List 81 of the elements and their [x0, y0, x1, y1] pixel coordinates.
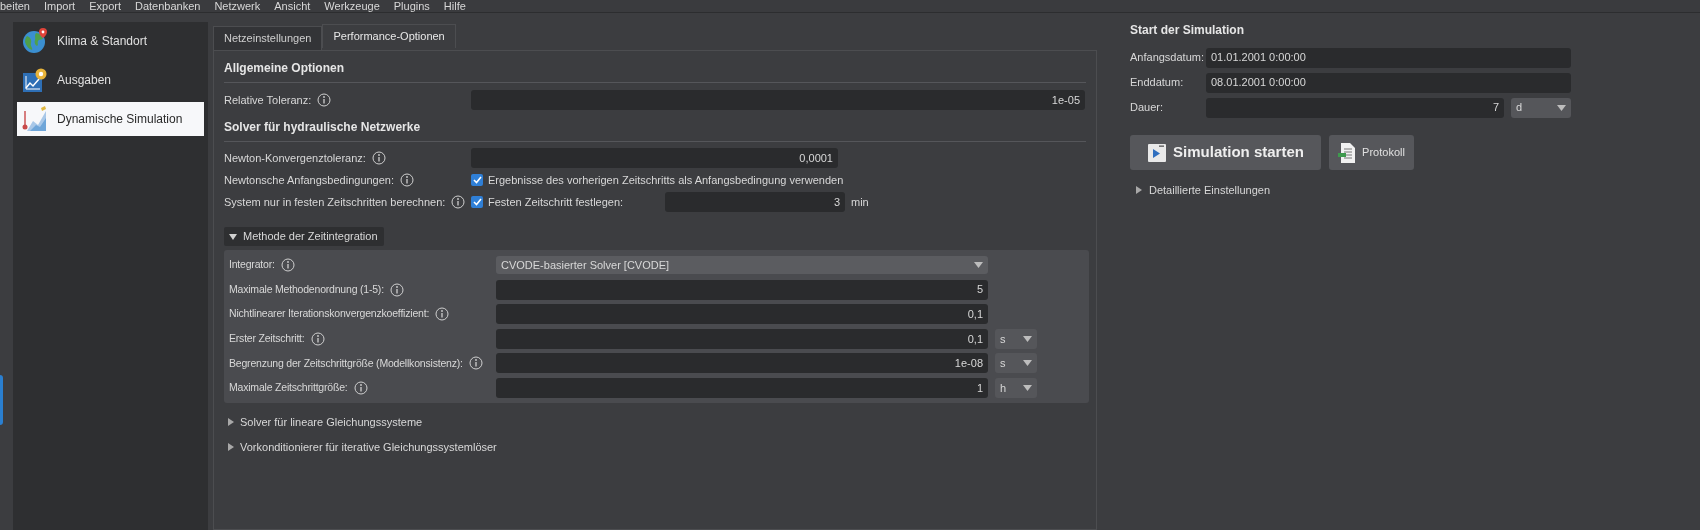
- dropdown-arrow-icon: [1023, 335, 1032, 342]
- field-label: Dauer:: [1130, 100, 1165, 116]
- input-field[interactable]: 01.01.2001 0:00:00: [1206, 47, 1571, 68]
- field-label: Newtonsche Anfangsbedingungen:: [224, 172, 395, 188]
- menu-item[interactable]: Werkzeuge: [324, 0, 380, 12]
- unit-dropdown[interactable]: d: [1511, 97, 1571, 118]
- input-field[interactable]: 0,0001: [471, 148, 838, 168]
- unit-dropdown[interactable]: h: [995, 377, 1037, 398]
- dropdown-arrow-icon: [974, 262, 983, 268]
- info-icon[interactable]: [435, 307, 450, 322]
- globe-icon: [21, 27, 49, 55]
- field-label: Maximale Zeitschrittgröße:: [229, 380, 348, 396]
- info-icon[interactable]: [280, 258, 295, 272]
- info-icon[interactable]: [389, 282, 404, 297]
- expanded-arrow-icon: [229, 233, 237, 240]
- menu-item[interactable]: Netzwerk: [214, 0, 261, 12]
- start-simulation-button[interactable]: Simulation starten: [1130, 135, 1321, 170]
- field-label: System nur in festen Zeitschritten berechnen:: [224, 194, 446, 210]
- menu-item[interactable]: Ansicht: [274, 0, 311, 12]
- input-field[interactable]: 0,1: [496, 328, 988, 349]
- sidebar-item[interactable]: Dynamische Simulation: [17, 102, 204, 136]
- field-label: Begrenzung der Zeitschrittgröße (Modellkonsistenz):: [229, 355, 463, 371]
- input-field[interactable]: 5: [496, 279, 988, 300]
- sidebar-item[interactable]: Klima & Standort: [17, 24, 204, 58]
- section-heading: Solver für hydraulische Netzwerke: [224, 119, 422, 136]
- menu-item[interactable]: Datenbanken: [134, 0, 201, 12]
- section-toggle[interactable]: Methode der Zeitintegration: [224, 227, 384, 246]
- dropdown-arrow-icon: [1023, 384, 1032, 391]
- menu-item[interactable]: Hilfe: [443, 0, 466, 12]
- info-icon[interactable]: [353, 380, 368, 395]
- menu-item[interactable]: Export: [89, 0, 121, 12]
- field-label: Integrator:: [229, 257, 275, 273]
- field-label: Enddatum:: [1130, 75, 1185, 91]
- unit-dropdown[interactable]: s: [995, 353, 1037, 374]
- input-field[interactable]: 7: [1206, 97, 1504, 118]
- unit-label: min: [851, 194, 869, 210]
- document-icon: [1338, 141, 1357, 164]
- checkbox[interactable]: [471, 174, 483, 186]
- tab[interactable]: Performance-Optionen: [322, 24, 456, 48]
- field-label: Relative Toleranz:: [224, 92, 312, 108]
- menu-item[interactable]: Plugins: [393, 0, 430, 12]
- field-label: Newton-Konvergenztoleranz:: [224, 150, 366, 166]
- section-toggle[interactable]: Solver für lineare Gleichungssysteme: [228, 413, 423, 430]
- section-heading: Start der Simulation: [1130, 22, 1246, 39]
- input-field[interactable]: 0,1: [496, 304, 988, 325]
- input-field[interactable]: 1: [496, 377, 988, 398]
- dropdown-arrow-icon: [1557, 104, 1566, 111]
- info-icon[interactable]: [317, 93, 332, 107]
- simulation-chart-icon: [21, 105, 49, 133]
- tab[interactable]: Netzeinstellungen: [213, 26, 323, 50]
- menu-item[interactable]: Import: [44, 0, 76, 12]
- info-icon[interactable]: [371, 151, 386, 165]
- field-label: Erster Zeitschritt:: [229, 330, 305, 346]
- info-icon[interactable]: [468, 356, 483, 371]
- section-toggle[interactable]: Detaillierte Einstellungen: [1136, 182, 1271, 198]
- section-toggle[interactable]: Vorkonditionierer für iterative Gleichungssystemlöser: [228, 439, 497, 456]
- sidebar-item[interactable]: Ausgaben: [17, 63, 204, 97]
- checkbox[interactable]: [471, 196, 483, 208]
- field-label: Nichtlinearer Iterationskonvergenzkoeffizient:: [229, 306, 430, 322]
- log-button[interactable]: Protokoll: [1329, 135, 1414, 170]
- collapsed-arrow-icon: [228, 443, 234, 452]
- field-label: Anfangsdatum:: [1130, 50, 1205, 66]
- input-field[interactable]: 1e-05: [471, 90, 1085, 110]
- input-field[interactable]: 1e-08: [496, 353, 988, 374]
- input-field[interactable]: 3: [665, 192, 845, 212]
- collapsed-arrow-icon: [1136, 186, 1142, 194]
- chart-gear-icon: [21, 66, 49, 94]
- menu-item[interactable]: beiten: [0, 0, 30, 12]
- play-icon: [1147, 142, 1168, 163]
- input-field[interactable]: 08.01.2001 0:00:00: [1206, 72, 1571, 93]
- info-icon[interactable]: [310, 331, 325, 346]
- checkbox-label: Festen Zeitschritt festlegen:: [488, 194, 625, 210]
- unit-dropdown[interactable]: s: [995, 328, 1037, 349]
- dropdown-arrow-icon: [1023, 360, 1032, 367]
- info-icon[interactable]: [400, 173, 415, 187]
- section-heading: Allgemeine Optionen: [224, 60, 345, 77]
- field-label: Maximale Methodenordnung (1-5):: [229, 281, 384, 297]
- info-icon[interactable]: [451, 195, 466, 209]
- dropdown[interactable]: CVODE-basierter Solver [CVODE]: [496, 256, 988, 274]
- checkbox-label: Ergebnisse des vorherigen Zeitschritts als Anfangsbedingung verwenden: [488, 172, 844, 188]
- collapsed-arrow-icon: [228, 417, 234, 426]
